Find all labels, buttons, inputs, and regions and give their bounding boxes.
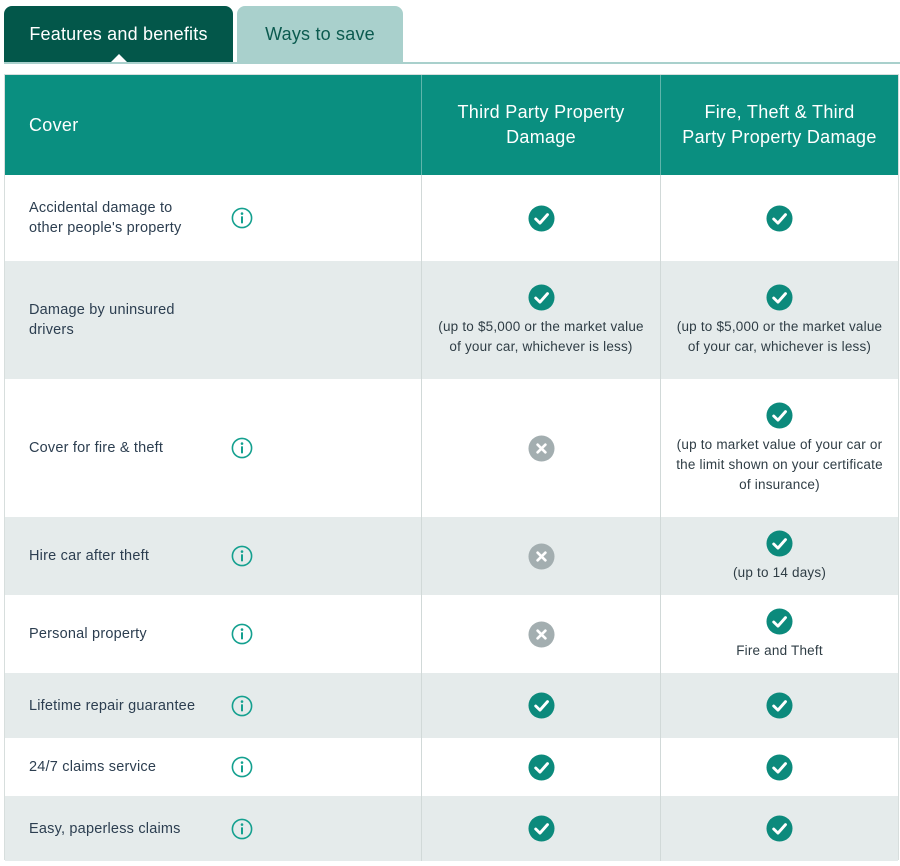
- third-party-cell: [422, 175, 661, 261]
- cross-icon: [527, 620, 555, 648]
- feature-label: 24/7 claims service: [29, 759, 157, 775]
- info-icon[interactable]: [231, 695, 253, 717]
- tab-ways-to-save[interactable]: Ways to save: [237, 6, 403, 62]
- fire-theft-cell: [661, 796, 898, 861]
- third-party-cell: [422, 379, 661, 517]
- check-icon: [527, 283, 555, 311]
- table-row: 24/7 claims service: [5, 738, 898, 796]
- feature-cell: Damage by uninsured drivers: [5, 261, 422, 379]
- coverage-note: (up to market value of your car or the l…: [676, 436, 883, 492]
- check-icon: [527, 815, 555, 842]
- info-icon[interactable]: [231, 437, 253, 459]
- tab-label: Features and benefits: [29, 23, 208, 44]
- header-col-label: Fire, Theft & Third Party Property Damag…: [682, 102, 877, 147]
- feature-cell: Hire car after theft: [5, 517, 422, 595]
- fire-theft-cell: (up to market value of your car or the l…: [661, 379, 898, 517]
- third-party-cell: [422, 673, 661, 738]
- feature-label: Hire car after theft: [29, 548, 150, 564]
- check-icon: [766, 692, 793, 719]
- feature-cell: Accidental damage to other people's prop…: [5, 175, 422, 261]
- check-icon: [766, 401, 793, 429]
- coverage-note: (up to $5,000 or the market value of you…: [676, 318, 883, 354]
- check-icon: [766, 529, 793, 557]
- third-party-cell: [422, 738, 661, 796]
- check-icon: [766, 753, 793, 781]
- check-icon: [527, 753, 555, 781]
- fire-theft-cell: [661, 175, 898, 261]
- tab-features-and-benefits[interactable]: Features and benefits: [4, 6, 233, 63]
- check-icon: [527, 204, 555, 232]
- header-col-fire-theft: Fire, Theft & Third Party Property Damag…: [661, 75, 898, 175]
- feature-cell: Cover for fire & theft: [5, 379, 422, 517]
- fire-theft-cell: (up to 14 days): [661, 517, 898, 595]
- table-row: Damage by uninsured drivers (up to $5,000…: [5, 261, 898, 379]
- table-row: Cover for fire & theft (up to market valu…: [5, 379, 898, 517]
- coverage-note: (up to $5,000 or the market value of you…: [438, 318, 644, 354]
- feature-cell: Easy, paperless claims: [5, 796, 422, 861]
- cover-comparison-table: Cover Third Party Property Damage Fire, …: [4, 74, 899, 861]
- info-icon[interactable]: [231, 756, 253, 778]
- coverage-note: (up to 14 days): [732, 564, 827, 580]
- info-icon[interactable]: [231, 545, 253, 567]
- check-icon: [527, 692, 555, 719]
- third-party-cell: [422, 796, 661, 861]
- table-row: Personal property Fire and Theft: [5, 595, 898, 673]
- tab-label: Ways to save: [265, 23, 375, 44]
- tab-divider: [4, 62, 900, 64]
- fire-theft-cell: [661, 673, 898, 738]
- cross-icon: [527, 434, 555, 462]
- fire-theft-cell: Fire and Theft: [661, 595, 898, 673]
- header-cover-label: Cover: [29, 114, 79, 135]
- feature-label: Lifetime repair guarantee: [29, 697, 196, 714]
- third-party-cell: [422, 517, 661, 595]
- feature-label: Cover for fire & theft: [29, 440, 164, 456]
- table-row: Accidental damage to other people's prop…: [5, 175, 898, 261]
- check-icon: [766, 204, 793, 232]
- table-row: Hire car after theft (up to 14 days): [5, 517, 898, 595]
- coverage-note: Fire and Theft: [736, 642, 823, 658]
- fire-theft-cell: [661, 738, 898, 796]
- feature-cell: Lifetime repair guarantee: [5, 673, 422, 738]
- feature-label: Accidental damage to other people's prop…: [29, 200, 182, 236]
- check-icon: [766, 283, 793, 311]
- check-icon: [766, 607, 793, 635]
- cross-icon: [527, 542, 555, 570]
- check-icon: [766, 815, 793, 842]
- feature-label: Easy, paperless claims: [29, 820, 181, 837]
- info-icon[interactable]: [231, 818, 253, 840]
- header-cover-cell: Cover: [5, 75, 422, 175]
- third-party-cell: [422, 595, 661, 673]
- third-party-cell: (up to $5,000 or the market value of you…: [422, 261, 661, 379]
- table-row: Easy, paperless claims: [5, 796, 898, 861]
- header-col-label: Third Party Property Damage: [457, 102, 625, 147]
- table-header-row: Cover Third Party Property Damage Fire, …: [5, 75, 898, 175]
- feature-label: Damage by uninsured drivers: [29, 302, 175, 338]
- header-col-third-party: Third Party Property Damage: [422, 75, 661, 175]
- feature-label: Personal property: [29, 626, 147, 642]
- info-icon[interactable]: [231, 623, 253, 645]
- table-row: Lifetime repair guarantee: [5, 673, 898, 738]
- tab-bar: Features and benefits Ways to save: [4, 6, 900, 64]
- feature-cell: Personal property: [5, 595, 422, 673]
- feature-cell: 24/7 claims service: [5, 738, 422, 796]
- info-icon[interactable]: [231, 207, 253, 229]
- fire-theft-cell: (up to $5,000 or the market value of you…: [661, 261, 898, 379]
